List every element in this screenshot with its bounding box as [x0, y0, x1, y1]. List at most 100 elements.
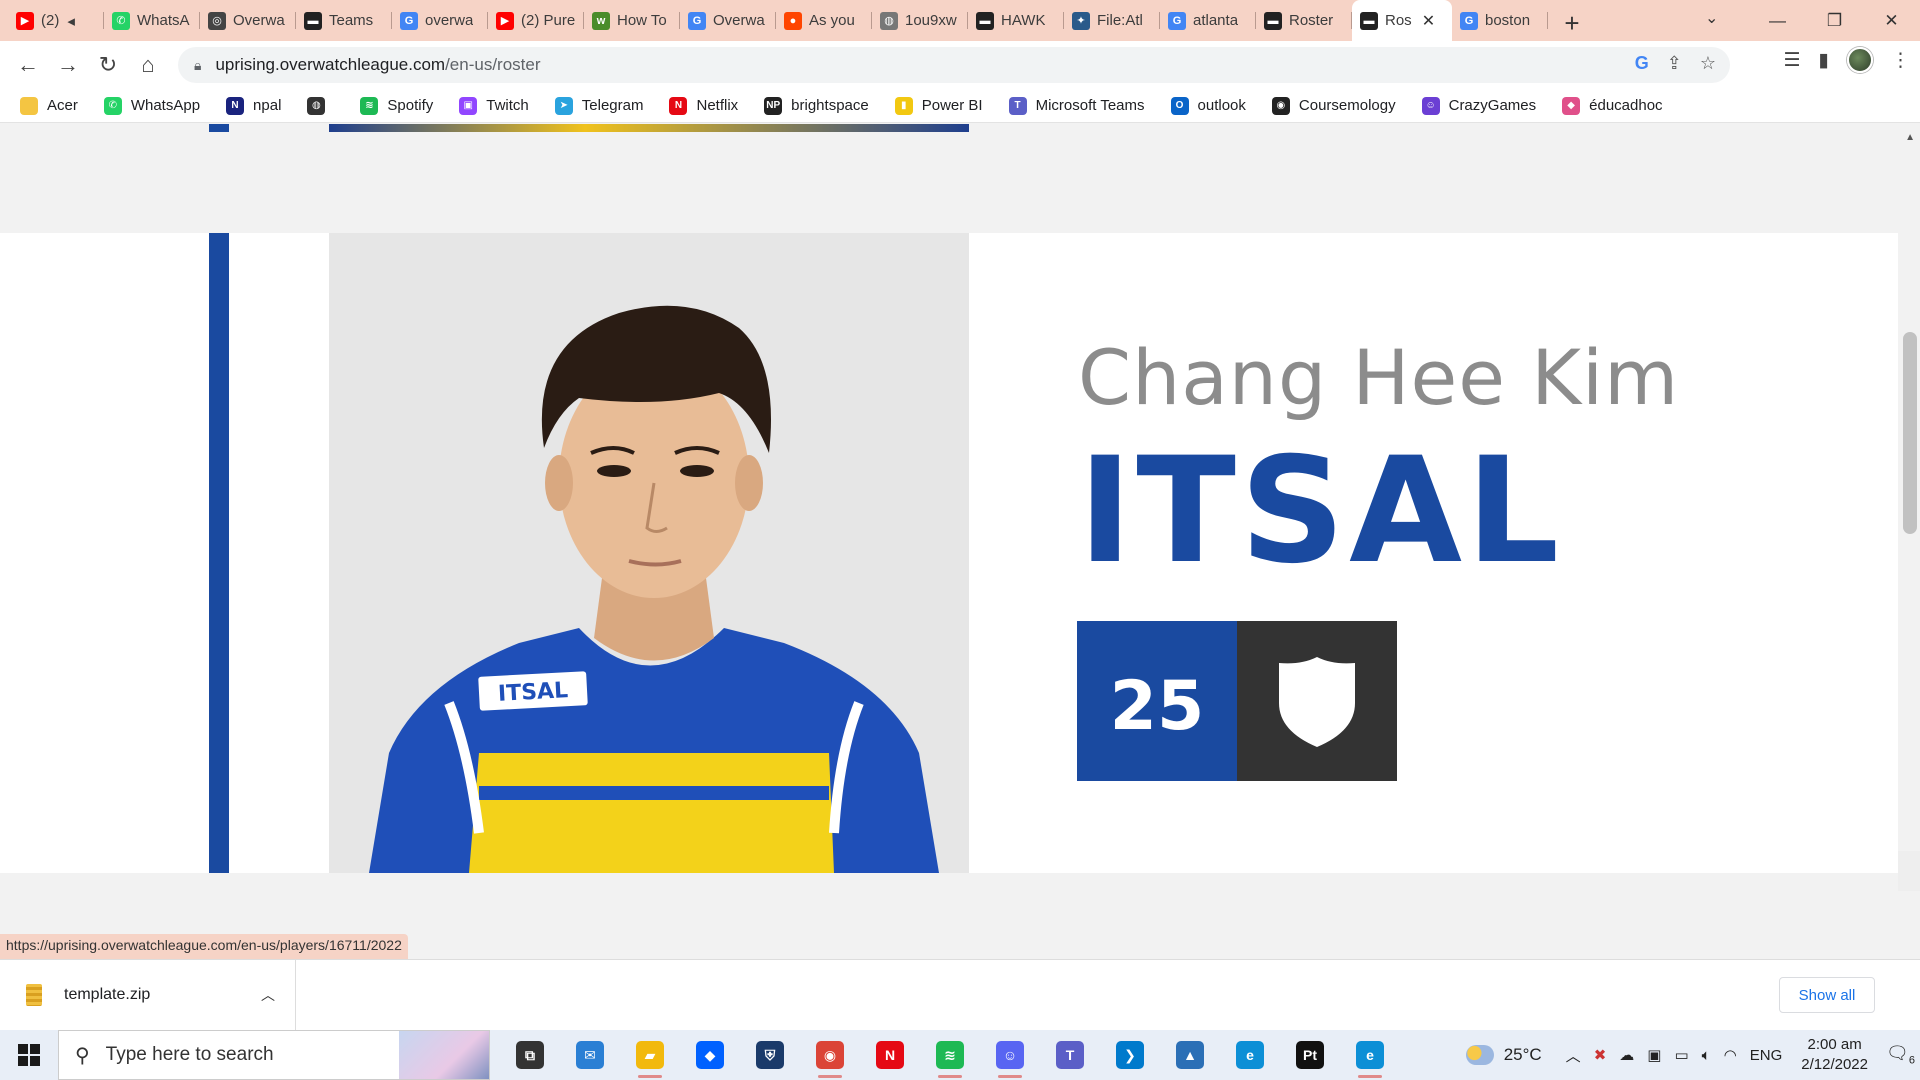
- tab[interactable]: w How To: [584, 0, 680, 41]
- taskbar-app[interactable]: ▰: [620, 1030, 680, 1080]
- language-indicator[interactable]: ENG: [1750, 1047, 1783, 1064]
- volume-icon[interactable]: 🔈︎: [1702, 1047, 1711, 1064]
- bookmark-item[interactable]: ➤ Telegram: [554, 96, 643, 115]
- tab-title: Teams: [329, 12, 374, 29]
- bookmark-item[interactable]: ≋ Spotify: [360, 96, 433, 115]
- page-scrollbar[interactable]: ▲: [1898, 124, 1920, 959]
- tab[interactable]: ▬ Roster: [1256, 0, 1352, 41]
- home-icon[interactable]: ⌂: [128, 45, 168, 85]
- scroll-up-icon[interactable]: ▲: [1905, 132, 1915, 143]
- bookmark-item[interactable]: ▮ Power BI: [894, 96, 983, 115]
- bookmark-item[interactable]: Ooutlook: [1170, 96, 1246, 115]
- chevron-up-icon[interactable]: ︿: [1566, 1045, 1581, 1066]
- outlook-icon: O: [1170, 96, 1189, 115]
- tab[interactable]: ◎ Overwa: [200, 0, 296, 41]
- bookmark-item[interactable]: ☺ CrazyGames: [1421, 96, 1536, 115]
- bookmark-item[interactable]: T Microsoft Teams: [1008, 96, 1145, 115]
- reddit-icon: ●: [784, 11, 802, 30]
- new-tab-button[interactable]: +: [1554, 5, 1590, 41]
- reading-list-icon[interactable]: ☰: [1783, 49, 1800, 72]
- bookmark-item[interactable]: NP brightspace: [764, 96, 869, 115]
- taskbar-app[interactable]: e: [1220, 1030, 1280, 1080]
- player-photo[interactable]: ITSAL: [329, 233, 969, 873]
- taskbar-app[interactable]: ☺: [980, 1030, 1040, 1080]
- download-item[interactable]: template.zip ︿: [0, 960, 296, 1030]
- clock[interactable]: 2:00 am 2/12/2022: [1801, 1035, 1868, 1075]
- overwatch-icon: ◎: [208, 11, 226, 30]
- player-card[interactable]: ITSAL Chang Hee Kim ITSAL 25: [0, 233, 1898, 873]
- download-filename: template.zip: [64, 986, 151, 1003]
- tab[interactable]: Gboston: [1452, 0, 1548, 41]
- minimize-icon[interactable]: —: [1749, 11, 1806, 31]
- taskbar-app[interactable]: N: [860, 1030, 920, 1080]
- spotify-icon: ≋: [360, 96, 379, 115]
- restore-icon[interactable]: ❐: [1806, 11, 1863, 31]
- close-tab-icon[interactable]: ✕: [1422, 11, 1435, 31]
- share-icon[interactable]: ⇪: [1667, 53, 1682, 74]
- onedrive-icon[interactable]: ☁: [1619, 1046, 1634, 1064]
- meet-now-icon[interactable]: ▣: [1647, 1046, 1661, 1064]
- windows-start-icon[interactable]: [0, 1030, 58, 1080]
- bookmark-item[interactable]: ◆ éducadhoc: [1562, 96, 1663, 115]
- status-bar-url: https://uprising.overwatchleague.com/en-…: [0, 934, 408, 959]
- chevron-up-icon[interactable]: ︿: [261, 985, 275, 1005]
- antivirus-icon[interactable]: ✖: [1594, 1046, 1607, 1064]
- bookmark-item[interactable]: Acer: [20, 96, 78, 115]
- bookmark-label: outlook: [1197, 97, 1246, 114]
- bookmark-star-icon[interactable]: ☆: [1700, 53, 1716, 74]
- notifications-icon[interactable]: 🗨︎6: [1886, 1043, 1920, 1067]
- google-lens-icon[interactable]: G: [1635, 53, 1649, 74]
- tab[interactable]: ▶ (2) Pure: [488, 0, 584, 41]
- taskbar-app[interactable]: ❯: [1100, 1030, 1160, 1080]
- bookmark-item[interactable]: N Netflix: [669, 96, 738, 115]
- side-widget[interactable]: [1898, 851, 1920, 891]
- tab-search-icon[interactable]: ⌄: [1705, 8, 1718, 28]
- tab[interactable]: ▬ Teams: [296, 0, 392, 41]
- forward-icon[interactable]: →: [48, 45, 88, 85]
- taskbar-app[interactable]: ⧉: [500, 1030, 560, 1080]
- tab-active[interactable]: ▬ Ros ✕: [1352, 0, 1452, 41]
- taskbar-app[interactable]: ◉: [800, 1030, 860, 1080]
- tab[interactable]: ◍ 1ou9xw: [872, 0, 968, 41]
- address-bar[interactable]: 🔒︎ uprising.overwatchleague.com/en-us/ro…: [178, 47, 1730, 83]
- taskbar-app[interactable]: ✉: [560, 1030, 620, 1080]
- weather-icon: [1465, 1045, 1494, 1065]
- taskbar-app[interactable]: ⛨: [740, 1030, 800, 1080]
- taskbar-app[interactable]: ▲: [1160, 1030, 1220, 1080]
- tab[interactable]: ▶ (2) ◂: [8, 0, 104, 41]
- overwatch-league-icon: ▬: [1360, 11, 1378, 30]
- bookmark-item[interactable]: ✆ WhatsApp: [103, 96, 200, 115]
- menu-kebab-icon[interactable]: ⋮: [1891, 49, 1910, 72]
- lock-icon[interactable]: 🔒︎: [194, 57, 201, 74]
- weather-widget[interactable]: 25°C: [1465, 1045, 1542, 1065]
- wifi-icon[interactable]: ◠: [1724, 1046, 1737, 1064]
- tab[interactable]: ✦ File:Atl: [1064, 0, 1160, 41]
- bookmark-label: Coursemology: [1298, 97, 1396, 114]
- taskbar-app[interactable]: T: [1040, 1030, 1100, 1080]
- taskbar-app[interactable]: Pt: [1280, 1030, 1340, 1080]
- taskbar-search-input[interactable]: ⚲ Type here to search: [58, 1030, 490, 1080]
- bookmark-item[interactable]: ◉ Coursemology: [1271, 96, 1396, 115]
- tab[interactable]: G Overwa: [680, 0, 776, 41]
- close-window-icon[interactable]: ✕: [1863, 11, 1920, 31]
- tab[interactable]: ✆ WhatsA: [104, 0, 200, 41]
- back-icon[interactable]: ←: [8, 45, 48, 85]
- muted-speaker-icon[interactable]: ◂: [67, 12, 75, 30]
- avatar[interactable]: [1847, 47, 1873, 73]
- taskbar-app[interactable]: e: [1340, 1030, 1400, 1080]
- tab[interactable]: Gatlanta: [1160, 0, 1256, 41]
- bookmark-item[interactable]: ▣ Twitch: [459, 96, 529, 115]
- tab[interactable]: ▬ HAWK: [968, 0, 1064, 41]
- taskbar-app[interactable]: ≋: [920, 1030, 980, 1080]
- reload-icon[interactable]: ↻: [88, 45, 128, 85]
- tab[interactable]: ● As you: [776, 0, 872, 41]
- bookmark-item[interactable]: Nnpal: [226, 96, 281, 115]
- battery-icon[interactable]: ▭: [1674, 1046, 1688, 1064]
- taskbar-app[interactable]: ◆: [680, 1030, 740, 1080]
- photos-icon: ▲: [1176, 1041, 1204, 1069]
- tab[interactable]: Goverwa: [392, 0, 488, 41]
- scroll-thumb[interactable]: [1903, 332, 1917, 534]
- side-panel-icon[interactable]: ▮: [1819, 49, 1829, 72]
- bookmark-item[interactable]: ◍: [307, 96, 334, 115]
- show-all-button[interactable]: Show all: [1779, 977, 1875, 1013]
